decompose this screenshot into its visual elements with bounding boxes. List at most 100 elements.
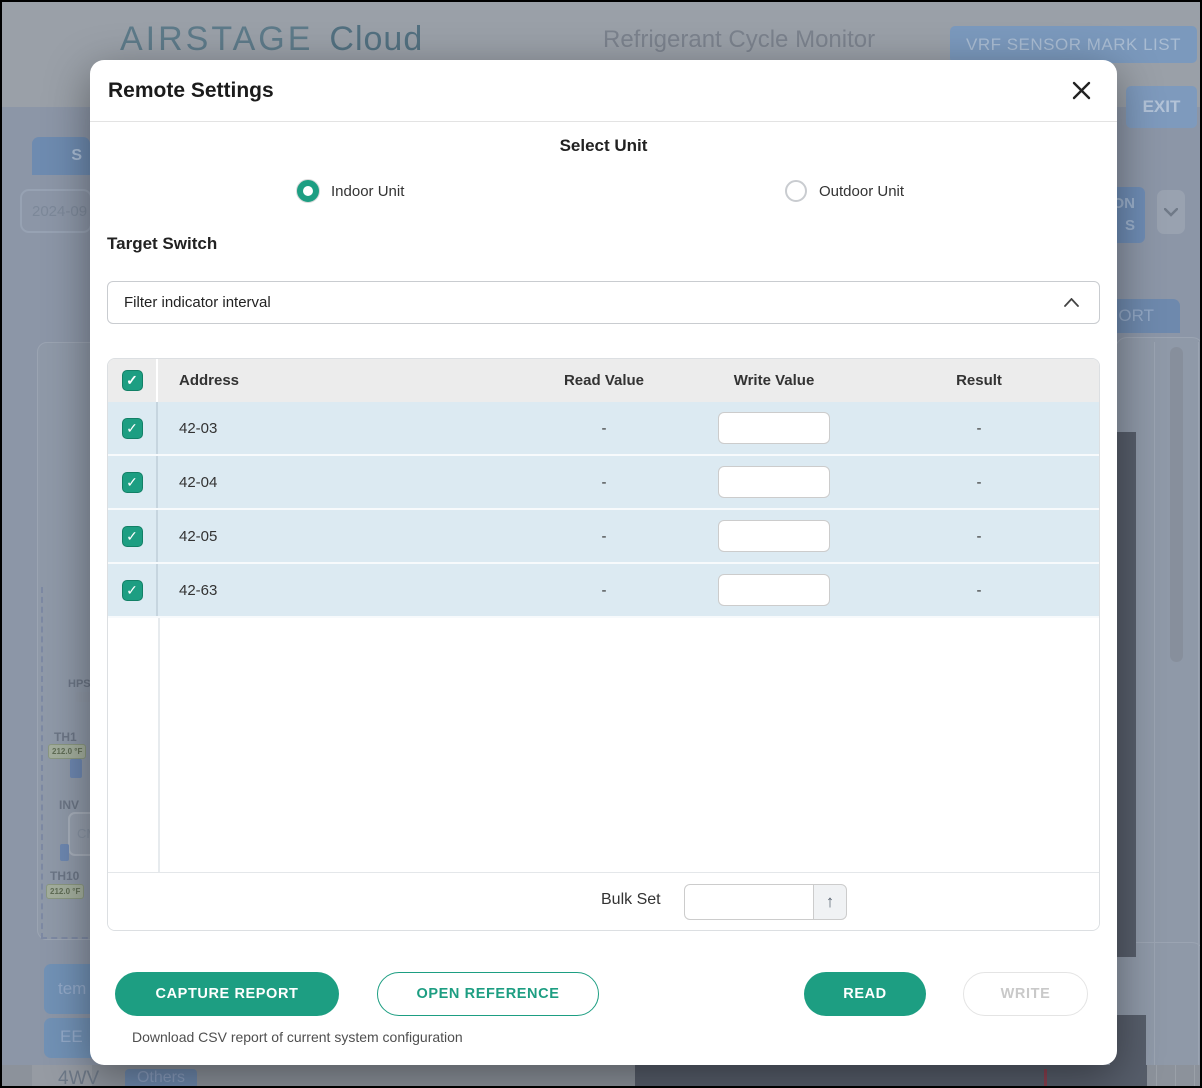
vrf-sensor-mark-list-button[interactable]: VRF SENSOR MARK LIST (950, 26, 1197, 63)
modal-header: Remote Settings (90, 60, 1117, 122)
bulk-set-label: Bulk Set (601, 891, 661, 909)
background-tab[interactable]: S (32, 137, 90, 175)
bottom-bar-marker (1044, 1069, 1047, 1088)
row-checkbox[interactable]: ✓ (122, 418, 143, 439)
conditions-line2: S (1125, 217, 1135, 234)
row-checkbox-cell: ✓ (108, 456, 158, 508)
row-address: 42-03 (158, 420, 519, 437)
check-icon: ✓ (126, 420, 138, 437)
bulk-apply-button[interactable]: ↑ (814, 884, 847, 920)
modal-title: Remote Settings (108, 79, 1068, 103)
header-address: Address (158, 372, 519, 389)
select-unit-heading: Select Unit (107, 136, 1100, 156)
table-row: ✓ 42-03 - - (108, 402, 1099, 456)
row-address: 42-04 (158, 474, 519, 491)
modal-actions: CAPTURE REPORT OPEN REFERENCE READ WRITE (107, 972, 1100, 1016)
panel-divider (1198, 342, 1199, 1088)
remote-settings-modal: Remote Settings Select Unit Indoor Unit … (90, 60, 1117, 1065)
valve-icon (70, 759, 82, 778)
row-write-input[interactable] (718, 466, 830, 498)
target-switch-heading: Target Switch (107, 234, 1100, 254)
switch-table: ✓ Address Read Value Write Value Result … (107, 358, 1100, 931)
diagram-label-th1: TH1 (54, 730, 77, 744)
bottom-bar-dark-segment (635, 1065, 1147, 1088)
header-result: Result (859, 372, 1099, 389)
row-result: - (859, 582, 1099, 599)
row-write-cell (689, 466, 859, 498)
outdoor-unit-label: Outdoor Unit (819, 183, 904, 200)
check-icon: ✓ (126, 474, 138, 491)
fourwv-label: 4WV (58, 1068, 99, 1088)
row-write-input[interactable] (718, 574, 830, 606)
row-address: 42-63 (158, 582, 519, 599)
capture-report-caption: Download CSV report of current system co… (132, 1029, 1100, 1045)
row-address: 42-05 (158, 528, 519, 545)
table-footer: Bulk Set ↑ (108, 872, 1099, 930)
radio-unselected-icon[interactable] (785, 180, 807, 202)
row-checkbox[interactable]: ✓ (122, 472, 143, 493)
background-dropdown[interactable] (1157, 190, 1185, 234)
diagram-label-inv: INV (59, 798, 79, 812)
exit-button[interactable]: EXIT (1126, 86, 1197, 128)
hps-sensor-icon (76, 692, 90, 702)
diagram-label-hps: HPS (68, 678, 91, 690)
airstage-logo: AIRSTAGE Cloud (120, 20, 423, 59)
table-row: ✓ 42-63 - - (108, 564, 1099, 618)
screen: AIRSTAGECloud Refrigerant Cycle Monitor … (0, 0, 1202, 1088)
date-picker-input[interactable]: 2024-09 (20, 189, 92, 233)
modal-body: Select Unit Indoor Unit Outdoor Unit Tar… (90, 136, 1117, 1045)
read-button[interactable]: READ (804, 972, 926, 1016)
indoor-unit-label: Indoor Unit (331, 183, 404, 200)
th10-temperature-badge: 212.0 °F (46, 884, 84, 899)
row-read-value: - (519, 528, 689, 545)
table-header-row: ✓ Address Read Value Write Value Result (108, 359, 1099, 402)
close-button[interactable] (1068, 77, 1095, 104)
header-write-value: Write Value (689, 372, 859, 389)
row-write-input[interactable] (718, 520, 830, 552)
row-write-cell (689, 574, 859, 606)
row-read-value: - (519, 582, 689, 599)
header-read-value: Read Value (519, 372, 689, 389)
chevron-down-icon (1164, 208, 1178, 217)
bottom-bar-divider (1156, 1065, 1157, 1088)
check-icon: ✓ (126, 582, 138, 599)
row-checkbox-cell: ✓ (108, 402, 158, 454)
panel-divider (1154, 342, 1155, 1088)
bottom-bar-divider (1175, 1065, 1176, 1088)
row-checkbox-cell: ✓ (108, 564, 158, 616)
others-tab[interactable]: Others (125, 1069, 197, 1088)
logo-primary: AIRSTAGE (120, 20, 313, 58)
outdoor-unit-option[interactable]: Outdoor Unit (785, 180, 904, 202)
radio-selected-icon[interactable] (297, 180, 319, 202)
row-read-value: - (519, 420, 689, 437)
check-icon: ✓ (126, 372, 138, 389)
row-write-input[interactable] (718, 412, 830, 444)
header-checkbox-cell: ✓ (108, 359, 158, 402)
bulk-set-group: ↑ (684, 884, 847, 920)
row-checkbox[interactable]: ✓ (122, 526, 143, 547)
close-icon (1072, 81, 1091, 100)
logo-secondary: Cloud (329, 20, 423, 58)
row-checkbox[interactable]: ✓ (122, 580, 143, 601)
row-result: - (859, 528, 1099, 545)
indoor-unit-option[interactable]: Indoor Unit (297, 180, 404, 202)
capture-report-button[interactable]: CAPTURE REPORT (115, 972, 339, 1016)
row-write-cell (689, 412, 859, 444)
table-row: ✓ 42-05 - - (108, 510, 1099, 564)
open-reference-button[interactable]: OPEN REFERENCE (377, 972, 599, 1016)
table-empty-area (108, 618, 1099, 872)
table-row: ✓ 42-04 - - (108, 456, 1099, 510)
write-button: WRITE (963, 972, 1088, 1016)
bulk-set-input[interactable] (684, 884, 814, 920)
target-switch-select[interactable]: Filter indicator interval (107, 281, 1100, 324)
vertical-scrollbar[interactable] (1170, 347, 1183, 662)
bottom-bar-divider (1194, 1065, 1195, 1088)
row-checkbox-cell: ✓ (108, 510, 158, 562)
arrow-up-icon: ↑ (826, 892, 835, 912)
row-result: - (859, 420, 1099, 437)
select-all-checkbox[interactable]: ✓ (122, 370, 143, 391)
row-read-value: - (519, 474, 689, 491)
page-title: Refrigerant Cycle Monitor (603, 26, 875, 54)
th1-temperature-badge: 212.0 °F (48, 744, 86, 759)
dark-chart-bar (1117, 432, 1136, 957)
